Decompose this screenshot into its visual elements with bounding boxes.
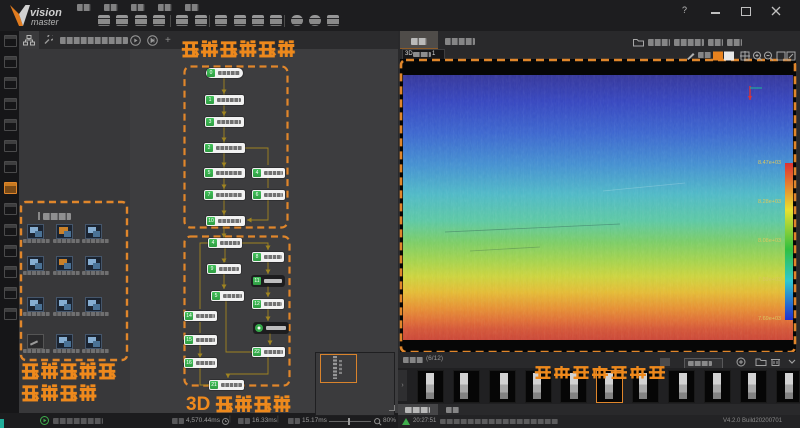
- svg-text:master: master: [31, 17, 60, 27]
